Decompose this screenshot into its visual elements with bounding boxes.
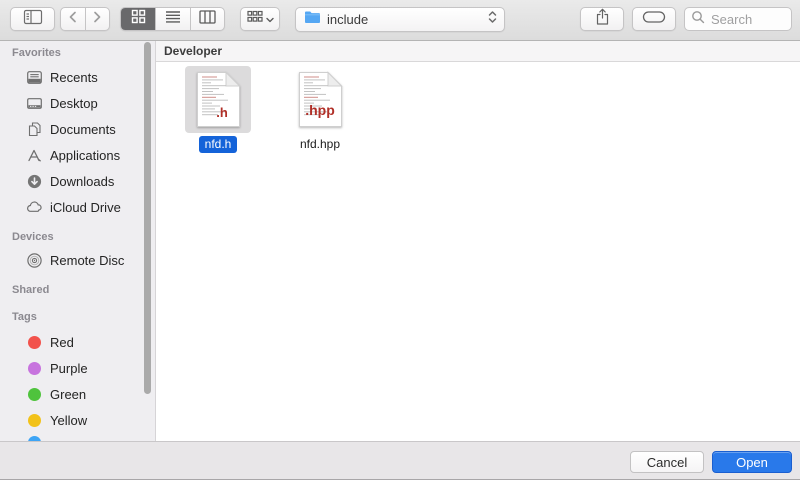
share-icon [595,8,610,31]
file-extension-label: .hpp [305,102,335,118]
desktop-icon [26,95,43,112]
sidebar-item-tag-green[interactable]: Green [0,381,155,407]
location-popup-label: include [327,12,487,27]
list-view-icon [165,10,181,29]
sidebar-section-tags: Tags [12,311,37,323]
search-field[interactable] [684,7,792,31]
group-by-icon [247,10,263,28]
sidebar-section-favorites: Favorites [12,47,61,59]
group-header: Developer [156,41,800,62]
sidebar-item-label: Red [50,335,74,350]
tag-icon [642,10,666,29]
chevron-right-icon [91,10,103,29]
tags-button[interactable] [632,7,676,31]
sidebar-section-devices: Devices [12,231,54,243]
file-nfd-hpp[interactable]: .hpp nfd.hpp [287,66,353,153]
file-name-label: nfd.hpp [294,136,346,153]
chevron-down-icon [266,10,274,28]
sidebar-item-label: Purple [50,361,88,376]
sidebar-item-label: Green [50,387,86,402]
folder-icon [304,10,321,29]
search-input[interactable] [709,11,785,28]
sidebar-item-label: iCloud Drive [50,200,121,215]
location-popup[interactable]: include [295,7,505,32]
list-view-button[interactable] [155,8,189,30]
sidebar-item-tag-yellow[interactable]: Yellow [0,407,155,433]
column-view-button[interactable] [190,8,224,30]
open-button[interactable]: Open [712,451,792,473]
sidebar-item-label: Desktop [50,96,98,111]
sidebar-section-shared: Shared [12,284,49,296]
share-button[interactable] [580,7,624,31]
sidebar-item-downloads[interactable]: Downloads [0,168,155,194]
sidebar-item-documents[interactable]: Documents [0,116,155,142]
sidebar: Favorites Recents [0,41,156,441]
sidebar-icon [23,9,43,30]
documents-icon [26,121,43,138]
view-switcher [120,7,225,31]
sidebar-item-label: Remote Disc [50,253,124,268]
document-icon: .h [196,71,241,128]
group-by-button[interactable] [240,7,280,31]
sidebar-item-applications[interactable]: Applications [0,142,155,168]
recents-icon [26,69,43,86]
file-name-label: nfd.h [199,136,238,153]
tag-green-dot [28,388,41,401]
document-icon: .hpp [298,71,343,128]
tag-yellow-dot [28,414,41,427]
icon-view-button[interactable] [121,8,155,30]
sidebar-item-label: Yellow [50,413,87,428]
dialog-footer: Cancel Open [0,441,800,480]
chevron-left-icon [67,10,79,29]
forward-button[interactable] [85,8,109,30]
tag-purple-dot [28,362,41,375]
history-nav [60,7,110,31]
popup-stepper-icon [487,9,498,30]
sidebar-item-tag-red[interactable]: Red [0,329,155,355]
column-view-icon [199,10,216,29]
disc-icon [26,252,43,269]
sidebar-item-icloud-drive[interactable]: iCloud Drive [0,194,155,220]
sidebar-item-recents[interactable]: Recents [0,64,155,90]
search-icon [691,10,705,29]
file-nfd-h[interactable]: .h nfd.h [185,66,251,153]
sidebar-item-desktop[interactable]: Desktop [0,90,155,116]
icloud-icon [26,199,43,216]
open-file-dialog: include [0,0,800,480]
back-button[interactable] [61,8,85,30]
sidebar-item-label: Recents [50,70,98,85]
sidebar-item-label: Applications [50,148,120,163]
file-icon-box: .hpp [287,66,353,133]
tag-red-dot [28,336,41,349]
file-browser: Developer .h nfd.h .hpp [156,41,800,441]
cancel-button[interactable]: Cancel [630,451,704,473]
applications-icon [26,147,43,164]
sidebar-item-label: Downloads [50,174,114,189]
file-extension-label: .h [216,105,228,120]
toggle-sidebar-button[interactable] [10,7,55,31]
sidebar-scrollbar[interactable] [144,42,151,394]
sidebar-item-remote-disc[interactable]: Remote Disc [0,247,155,273]
toolbar: include [0,0,800,41]
file-icon-box: .h [185,66,251,133]
downloads-icon [26,173,43,190]
sidebar-item-tag-purple[interactable]: Purple [0,355,155,381]
sidebar-item-label: Documents [50,122,116,137]
grid-view-icon [131,9,146,29]
